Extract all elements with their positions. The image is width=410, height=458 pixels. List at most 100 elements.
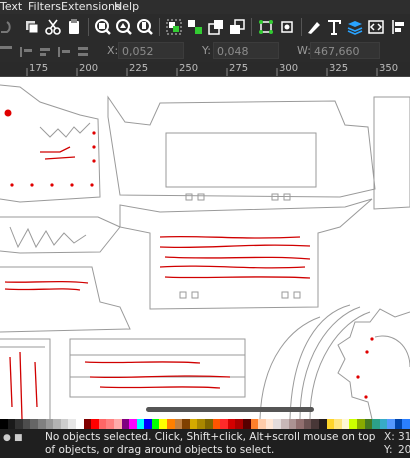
palette-swatch[interactable] [212, 419, 221, 429]
palette-swatch[interactable] [121, 419, 130, 429]
side-piece-right [373, 96, 410, 210]
palette-swatch[interactable] [144, 419, 152, 429]
palette-swatch[interactable] [113, 419, 122, 429]
y-field[interactable]: 0,048 [213, 42, 279, 59]
drawing-canvas[interactable] [0, 77, 410, 419]
paste-icon[interactable] [64, 17, 84, 37]
teeth-lower [9, 226, 87, 249]
palette-swatch[interactable] [106, 419, 114, 429]
palette-swatch[interactable] [318, 419, 327, 429]
y-label: Y: [202, 44, 211, 57]
selector-controls-bar: X: 0,052 Y: 0,048 W: 467,660 [0, 40, 410, 62]
palette-swatch[interactable] [356, 419, 365, 429]
palette-swatch[interactable] [167, 419, 175, 429]
palette-swatch[interactable] [220, 419, 228, 429]
zoom-drawing-icon[interactable] [114, 17, 134, 37]
toolbar-separator [301, 18, 302, 36]
palette-swatch[interactable] [68, 419, 76, 429]
menu-filters[interactable]: Filters [28, 0, 61, 14]
menu-help[interactable]: Help [114, 0, 139, 14]
palette-swatch[interactable] [334, 419, 342, 429]
palette-swatch[interactable] [387, 419, 395, 429]
align-icon[interactable] [388, 17, 408, 37]
slot [191, 291, 199, 299]
align-buttons-group[interactable] [0, 44, 100, 58]
palette-swatch[interactable] [379, 419, 388, 429]
raise-icon[interactable] [206, 17, 226, 37]
palette-swatch[interactable] [227, 419, 236, 429]
zoom-selection-icon[interactable] [93, 17, 113, 37]
layer-visibility-icon[interactable]: ● [3, 433, 11, 443]
palette-swatch[interactable] [83, 419, 92, 429]
palette-swatch[interactable] [265, 419, 274, 429]
gear-inner [374, 335, 410, 368]
text-icon[interactable] [324, 17, 344, 37]
palette-swatch[interactable] [273, 419, 281, 429]
palette-swatch[interactable] [174, 419, 183, 429]
palette-swatch[interactable] [159, 419, 168, 429]
bottom-left-piece [0, 338, 51, 419]
snap-nodes-icon[interactable] [277, 17, 297, 37]
palette-swatch[interactable] [98, 419, 107, 429]
palette-swatch[interactable] [53, 419, 61, 429]
wood-grain [159, 235, 301, 239]
palette-swatch[interactable] [326, 419, 335, 429]
palette-swatch[interactable] [37, 419, 46, 429]
undo-icon[interactable] [0, 17, 14, 37]
ruler-tick-label: 200 [79, 63, 99, 74]
horizontal-scrollbar[interactable] [146, 407, 314, 412]
palette-swatch[interactable] [7, 419, 16, 429]
group-icon[interactable] [164, 17, 184, 37]
palette-swatch[interactable] [311, 419, 319, 429]
palette-swatch[interactable] [288, 419, 297, 429]
color-palette[interactable] [0, 419, 410, 429]
menu-extensions[interactable]: Extensions [61, 0, 121, 14]
palette-swatch[interactable] [182, 419, 190, 429]
palette-swatch[interactable] [250, 419, 259, 429]
palette-swatch[interactable] [394, 419, 403, 429]
palette-swatch[interactable] [402, 419, 410, 429]
palette-swatch[interactable] [75, 419, 84, 429]
palette-swatch[interactable] [372, 419, 380, 429]
lower-icon[interactable] [227, 17, 247, 37]
palette-swatch[interactable] [197, 419, 206, 429]
palette-swatch[interactable] [296, 419, 304, 429]
palette-swatch[interactable] [45, 419, 54, 429]
menu-text[interactable]: Text [0, 0, 22, 14]
palette-swatch[interactable] [349, 419, 357, 429]
cut-icon[interactable] [43, 17, 63, 37]
layer-lock-icon[interactable]: ■ [14, 433, 23, 443]
palette-swatch[interactable] [136, 419, 145, 429]
eye-dot [4, 109, 12, 117]
palette-swatch[interactable] [258, 419, 266, 429]
zoom-page-icon[interactable] [135, 17, 155, 37]
w-field[interactable]: 467,660 [310, 42, 380, 59]
palette-swatch[interactable] [60, 419, 69, 429]
copy-icon[interactable] [22, 17, 42, 37]
palette-swatch[interactable] [235, 419, 243, 429]
fill-stroke-icon[interactable] [304, 17, 324, 37]
ungroup-icon[interactable] [185, 17, 205, 37]
palette-swatch[interactable] [280, 419, 289, 429]
palette-swatch[interactable] [205, 419, 213, 429]
palette-swatch[interactable] [303, 419, 312, 429]
layers-icon[interactable] [345, 17, 365, 37]
palette-swatch[interactable] [129, 419, 137, 429]
xml-editor-icon[interactable] [366, 17, 386, 37]
palette-swatch[interactable] [364, 419, 373, 429]
palette-swatch[interactable] [341, 419, 350, 429]
palette-swatch[interactable] [30, 419, 38, 429]
palette-swatch[interactable] [151, 419, 160, 429]
x-field[interactable]: 0,052 [118, 42, 184, 59]
palette-swatch[interactable] [91, 419, 99, 429]
palette-swatch[interactable] [243, 419, 251, 429]
palette-swatch[interactable] [22, 419, 31, 429]
snap-bbox-icon[interactable] [256, 17, 276, 37]
slot [293, 291, 301, 299]
palette-swatch[interactable] [15, 419, 23, 429]
w-label: W: [297, 44, 311, 57]
slot [185, 193, 193, 201]
status-bar: ● ■ No objects selected. Click, Shift+cl… [0, 429, 410, 458]
palette-swatch[interactable] [0, 419, 8, 429]
palette-swatch[interactable] [189, 419, 198, 429]
